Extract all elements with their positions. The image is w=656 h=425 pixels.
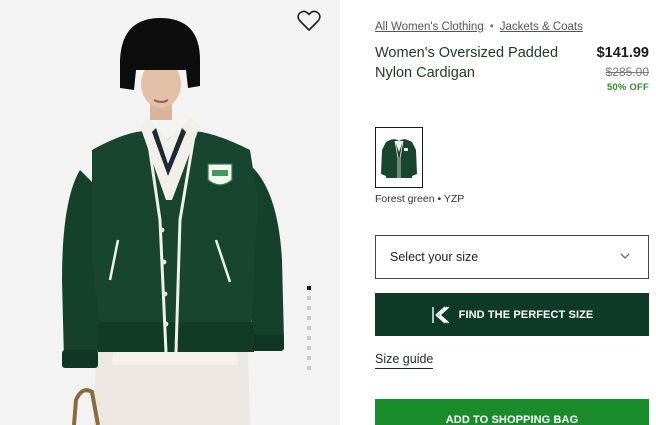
find-perfect-size-button[interactable]: FIND THE PERFECT SIZE: [375, 293, 649, 336]
chevron-down-icon: [620, 253, 630, 259]
selected-color-label: Forest green • YZP: [375, 193, 465, 205]
ruler-k-icon: [431, 306, 450, 323]
size-select-placeholder: Select your size: [390, 250, 479, 264]
product-image-gallery[interactable]: [0, 0, 340, 425]
gallery-dot[interactable]: [307, 346, 311, 350]
breadcrumb-separator: •: [489, 21, 494, 33]
gallery-dot[interactable]: [307, 356, 311, 360]
gallery-dot[interactable]: [307, 316, 311, 320]
gallery-dot[interactable]: [307, 326, 311, 330]
gallery-dot[interactable]: [307, 306, 311, 310]
gallery-dot[interactable]: [307, 366, 311, 370]
discount-badge: 50% OFF: [606, 82, 649, 93]
swatch-thumbnail: [381, 139, 417, 178]
product-photo: [62, 18, 284, 425]
find-perfect-size-label: FIND THE PERFECT SIZE: [458, 308, 594, 321]
size-select-dropdown[interactable]: Select your size: [375, 235, 649, 279]
size-guide-link[interactable]: Size guide: [375, 352, 434, 369]
gallery-dot[interactable]: [307, 296, 311, 300]
current-price: $141.99: [596, 45, 649, 61]
breadcrumb: All Women's Clothing • Jackets & Coats: [375, 21, 583, 33]
breadcrumb-link-womens-clothing[interactable]: All Women's Clothing: [375, 21, 484, 33]
gallery-pagination: [307, 286, 312, 376]
gallery-dot[interactable]: [307, 286, 311, 290]
price-block: $141.99 $285.00 50% OFF: [597, 43, 649, 93]
wishlist-heart-icon[interactable]: [297, 10, 321, 32]
breadcrumb-link-jackets-coats[interactable]: Jackets & Coats: [500, 21, 583, 33]
original-price: $285.00: [605, 65, 649, 79]
gallery-dot[interactable]: [307, 336, 311, 340]
add-to-bag-label: ADD TO SHOPPING BAG: [445, 414, 579, 425]
product-title: Women's Oversized Padded Nylon Cardigan: [375, 45, 559, 81]
add-to-bag-button[interactable]: ADD TO SHOPPING BAG: [375, 399, 649, 425]
color-swatch-forest-green[interactable]: [375, 127, 423, 188]
